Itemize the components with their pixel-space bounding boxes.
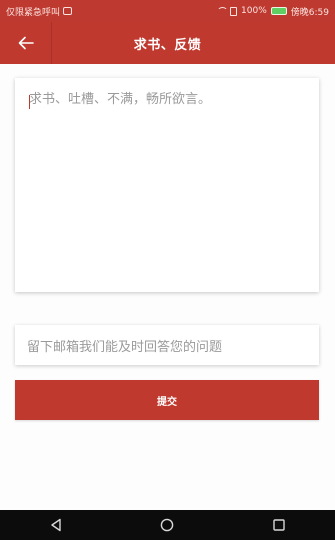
status-right: 100% 傍晚6:59 [217,5,329,18]
square-recents-icon [273,519,285,531]
status-bar: 仅限紧急呼叫 100% 傍晚6:59 [0,0,335,22]
nav-recents-button[interactable] [259,510,299,540]
status-left: 仅限紧急呼叫 [6,5,73,18]
arrow-left-icon [18,36,34,50]
submit-button[interactable]: 提交 [15,380,319,420]
circle-home-icon [161,518,174,532]
back-button[interactable] [0,22,52,64]
text-cursor [29,95,30,109]
triangle-back-icon [51,518,61,532]
battery-icon [270,7,287,15]
sim-icon [230,6,238,16]
nav-home-button[interactable] [147,510,187,540]
notification-icon [63,7,73,15]
carrier-status-text: 仅限紧急呼叫 [6,7,61,18]
feedback-textarea[interactable]: 求书、吐槽、不满，畅所欲言。 [15,78,319,292]
wifi-icon [217,7,229,15]
email-placeholder: 留下邮箱我们能及时回答您的问题 [27,339,223,355]
app-bar: 求书、反馈 [0,22,335,64]
system-nav-bar [0,510,335,540]
email-field[interactable]: 留下邮箱我们能及时回答您的问题 [15,325,319,365]
page-title: 求书、反馈 [133,37,202,53]
feedback-screen: 仅限紧急呼叫 100% 傍晚6:59 求书、反馈 求书、吐槽、不满，畅所欲言。 … [0,0,335,540]
battery-percent: 100% [241,6,267,16]
clock: 傍晚6:59 [290,7,329,18]
feedback-placeholder: 求书、吐槽、不满，畅所欲言。 [29,92,212,107]
nav-back-button[interactable] [36,510,76,540]
